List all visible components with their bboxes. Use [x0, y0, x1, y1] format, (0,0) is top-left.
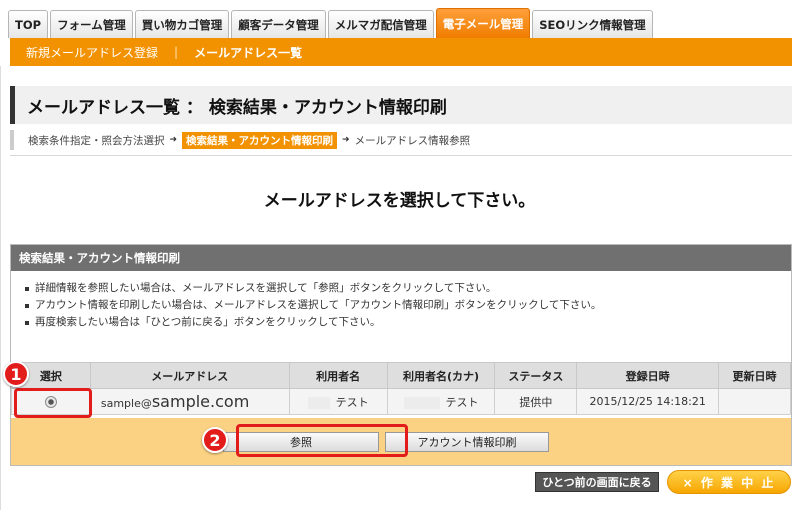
page-title: メールアドレス一覧 ： 検索結果・アカウント情報印刷: [27, 97, 447, 118]
arrow-right-icon: ➜: [169, 135, 178, 145]
note-item: アカウント情報を印刷したい場合は、メールアドレスを選択して「アカウント情報印刷」…: [25, 297, 791, 314]
instruction-heading: メールアドレスを選択して下さい。: [263, 191, 536, 211]
email-cell: sample@sample.com: [89, 388, 290, 415]
breadcrumb-step-3: メールアドレス情報参照: [354, 134, 471, 147]
registered-cell: 2015/12/25 14:18:21: [576, 388, 720, 415]
col-header-updated: 更新日時: [718, 362, 791, 389]
updated-cell: [718, 388, 791, 415]
tab-customer-data[interactable]: 顧客データ管理: [231, 10, 326, 38]
tab-seo-link[interactable]: SEOリンク情報管理: [532, 10, 653, 38]
callout-badge-1: 1: [3, 361, 29, 387]
email-domain: sample.com: [151, 392, 250, 411]
note-item: 詳細情報を参照したい場合は、メールアドレスを選択して「参照」ボタンをクリックして…: [25, 280, 791, 297]
user-name: テスト: [335, 395, 369, 409]
divider: [10, 155, 792, 156]
subnav-address-list[interactable]: メールアドレス一覧: [178, 44, 318, 61]
main-tabs: TOP フォーム管理 買い物カゴ管理 顧客データ管理 メルマガ配信管理 電子メー…: [8, 8, 653, 38]
back-button[interactable]: ひとつ前の画面に戻る: [535, 472, 659, 492]
left-border: [0, 66, 1, 510]
user-name-kana: テスト: [445, 395, 479, 409]
status-cell: 提供中: [494, 388, 578, 415]
col-header-user-name: 利用者名: [288, 362, 388, 389]
panel-header: 検索結果・アカウント情報印刷: [11, 245, 791, 271]
col-header-status: ステータス: [494, 362, 578, 389]
tab-form-management[interactable]: フォーム管理: [50, 10, 133, 38]
print-account-button[interactable]: アカウント情報印刷: [385, 431, 549, 452]
stop-work-button[interactable]: × 作 業 中 止: [667, 470, 791, 494]
tab-mailmag-delivery[interactable]: メルマガ配信管理: [327, 10, 434, 38]
sub-navigation: 新規メールアドレス登録 | メールアドレス一覧: [10, 38, 792, 66]
highlight-view-button: [236, 424, 408, 457]
user-name-cell: テスト: [288, 388, 388, 415]
col-header-registered: 登録日時: [576, 362, 720, 389]
redacted-block: [403, 396, 440, 409]
note-item: 再度検索したい場合は「ひとつ前に戻る」ボタンをクリックして下さい。: [25, 314, 791, 331]
col-header-user-name-kana: 利用者名(カナ): [386, 362, 496, 389]
redacted-block: [307, 396, 330, 409]
table-header-row: 選択 メールアドレス 利用者名 利用者名(カナ) ステータス 登録日時 更新日時: [11, 362, 791, 389]
arrow-right-icon: ➜: [342, 135, 350, 145]
tab-email-management[interactable]: 電子メール管理: [435, 8, 531, 38]
notes-list: 詳細情報を参照したい場合は、メールアドレスを選択して「参照」ボタンをクリックして…: [11, 271, 791, 331]
email-local: sample@: [100, 397, 152, 410]
callout-badge-2: 2: [202, 427, 228, 453]
page-title-box: メールアドレス一覧 ： 検索結果・アカウント情報印刷: [10, 86, 792, 124]
highlight-radio: [14, 388, 92, 418]
breadcrumb-step-2-current: 検索結果・アカウント情報印刷: [182, 131, 338, 149]
tab-top[interactable]: TOP: [8, 10, 49, 38]
table-row: sample@sample.com テスト テスト 提供中 2015/12/25…: [11, 388, 791, 415]
breadcrumb: 検索条件指定・照会方法選択 ➜ 検索結果・アカウント情報印刷 ➜ メールアドレス…: [10, 130, 792, 150]
col-header-email: メールアドレス: [89, 362, 290, 389]
subnav-new-address[interactable]: 新規メールアドレス登録: [10, 44, 174, 61]
user-name-kana-cell: テスト: [386, 388, 496, 415]
tab-cart-management[interactable]: 買い物カゴ管理: [134, 10, 230, 38]
breadcrumb-step-1: 検索条件指定・照会方法選択: [28, 134, 165, 147]
results-table: 選択 メールアドレス 利用者名 利用者名(カナ) ステータス 登録日時 更新日時…: [11, 362, 791, 415]
